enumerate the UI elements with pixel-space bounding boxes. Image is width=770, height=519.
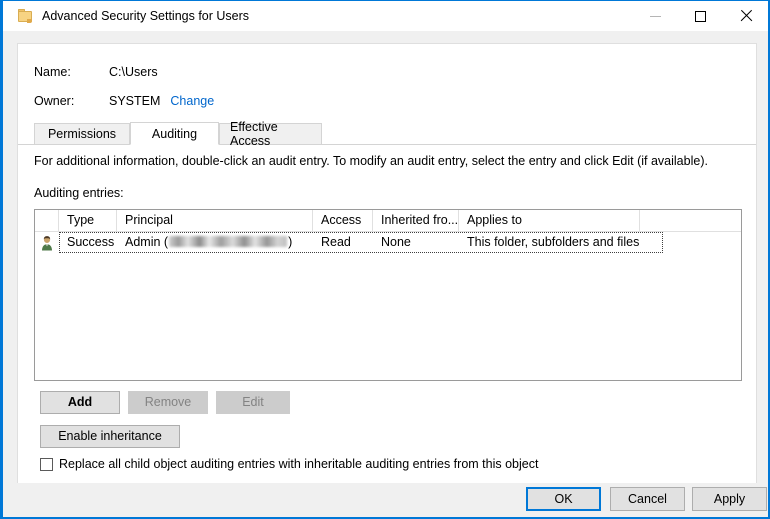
advanced-security-settings-window: Advanced Security Settings for Users Nam…	[0, 0, 770, 519]
principal-redacted-blur	[169, 236, 287, 247]
cell-applies-to: This folder, subfolders and files	[459, 232, 640, 253]
tab-permissions-label: Permissions	[48, 127, 116, 141]
close-icon	[739, 9, 753, 23]
owner-row: Owner: SYSTEM Change	[34, 94, 214, 108]
dialog-content-panel: Name: C:\Users Owner: SYSTEM Change Perm…	[17, 43, 757, 484]
cell-type: Success	[59, 232, 117, 253]
tab-permissions[interactable]: Permissions	[34, 123, 130, 145]
column-header-inherited-from[interactable]: Inherited fro...	[373, 210, 459, 231]
table-header-row: Type Principal Access Inherited fro... A…	[35, 210, 741, 232]
minimize-icon	[650, 16, 661, 17]
tab-auditing-label: Auditing	[152, 127, 197, 141]
replace-child-auditing-row[interactable]: Replace all child object auditing entrie…	[40, 457, 538, 471]
tab-effective-access-label: Effective Access	[230, 120, 311, 148]
cell-principal: Admin ( )	[117, 232, 313, 253]
table-body: Success Admin ( ) Read None This folder,…	[35, 232, 741, 253]
principal-suffix: )	[288, 232, 292, 253]
user-icon	[39, 235, 55, 251]
replace-child-auditing-label: Replace all child object auditing entrie…	[59, 457, 538, 471]
folder-icon	[18, 8, 34, 24]
ok-button[interactable]: OK	[526, 487, 601, 511]
table-row[interactable]: Success Admin ( ) Read None This folder,…	[35, 232, 741, 253]
window-controls	[633, 1, 768, 31]
tab-strip: Permissions Auditing Effective Access	[18, 122, 756, 145]
close-button[interactable]	[723, 1, 768, 31]
auditing-entries-list[interactable]: Type Principal Access Inherited fro... A…	[34, 209, 742, 381]
apply-button[interactable]: Apply	[692, 487, 767, 511]
column-header-type[interactable]: Type	[59, 210, 117, 231]
title-bar: Advanced Security Settings for Users	[3, 1, 768, 31]
replace-child-auditing-checkbox[interactable]	[40, 458, 53, 471]
instruction-text: For additional information, double-click…	[34, 154, 708, 168]
principal-prefix: Admin (	[125, 232, 168, 253]
edit-button: Edit	[216, 391, 290, 414]
name-value: C:\Users	[109, 65, 158, 79]
cancel-button[interactable]: Cancel	[610, 487, 685, 511]
remove-button: Remove	[128, 391, 208, 414]
owner-value: SYSTEM	[109, 94, 160, 108]
name-label: Name:	[34, 65, 109, 79]
column-header-access[interactable]: Access	[313, 210, 373, 231]
column-header-gutter	[35, 210, 59, 231]
enable-inheritance-button[interactable]: Enable inheritance	[40, 425, 180, 448]
dialog-footer: OK Cancel Apply	[3, 483, 768, 517]
owner-change-link[interactable]: Change	[170, 94, 214, 108]
column-header-applies-to[interactable]: Applies to	[459, 210, 640, 231]
window-title: Advanced Security Settings for Users	[42, 9, 249, 23]
cell-access: Read	[313, 232, 373, 253]
column-header-principal[interactable]: Principal	[117, 210, 313, 231]
tab-effective-access[interactable]: Effective Access	[219, 123, 322, 145]
minimize-button[interactable]	[633, 1, 678, 31]
cell-inherited-from: None	[373, 232, 459, 253]
name-row: Name: C:\Users	[34, 65, 158, 79]
maximize-icon	[695, 11, 706, 22]
auditing-entries-label: Auditing entries:	[34, 186, 124, 200]
maximize-button[interactable]	[678, 1, 723, 31]
owner-label: Owner:	[34, 94, 109, 108]
add-button[interactable]: Add	[40, 391, 120, 414]
tab-auditing[interactable]: Auditing	[130, 122, 219, 145]
